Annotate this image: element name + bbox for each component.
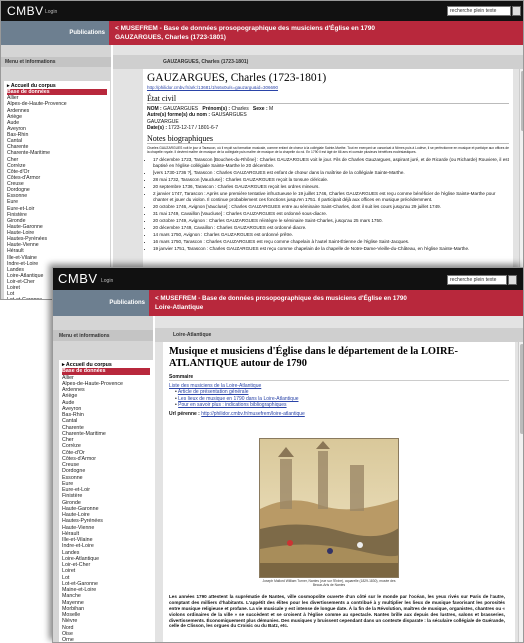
search-input[interactable]: recherche plein texte — [447, 6, 511, 16]
notes-heading: Notes biographiques — [147, 134, 509, 144]
cmbv-logo[interactable]: CMBV — [58, 271, 98, 286]
biography-item: 20 octobre 1749, Avignon : Charles GAUZA… — [153, 218, 509, 224]
page-banner: < MUSEFREM - Base de données prosopograp… — [149, 290, 523, 316]
sidebar: Menu et informations ▸ Accueil du corpus… — [1, 45, 111, 299]
menu-title: Menu et informations — [1, 57, 111, 67]
etat-civil-heading: État civil — [147, 94, 509, 104]
url-label: Url pérenne : — [169, 410, 200, 417]
search-input[interactable]: recherche plein texte — [447, 275, 507, 285]
biography-item: 20 décembre 1749, Cavaillon : Charles GA… — [153, 225, 509, 231]
biography-item: 14 mars 1750, Avignon : Charles GAUZARGU… — [153, 232, 509, 238]
banner-subtitle: Loire-Atlantique — [155, 304, 204, 311]
biography-item: 28 mai 1732, Tarascon [Vaucluse] : Charl… — [153, 177, 509, 183]
turner-painting — [259, 438, 399, 578]
window-loire-atlantique: CMBV Login recherche plein texte Publica… — [52, 267, 524, 643]
page-banner: < MUSEFREM - Base de données prosopograp… — [109, 21, 523, 45]
toc-link[interactable]: Pour en savoir plus : indications biblio… — [178, 402, 286, 408]
content-panel: GAUZARGUES, Charles (1723-1801) http://p… — [143, 69, 513, 299]
toc-link[interactable]: Article de présentation générale — [178, 389, 249, 395]
login-link[interactable]: Login — [101, 278, 113, 284]
etat-civil: NOM : GAUZARGUES Prénom(s) : Charles Sex… — [147, 106, 274, 131]
main-content: Loire-Atlantique Musique et musiciens d'… — [155, 316, 523, 642]
publications-link[interactable]: Publications — [1, 21, 109, 45]
permalink[interactable]: http://philidor.cmbv.fr/musefrem/loire-a… — [201, 411, 305, 417]
biography-item: 31 mai 1749, Cavaillon [Vaucluse] : Char… — [153, 211, 509, 217]
permalink[interactable]: http://philidor.cmbv.fr/ark:/13681/1hs6x… — [147, 85, 278, 90]
biography-list: 17 décembre 1723, Tarascon [Bouches-du-R… — [147, 157, 509, 252]
login-link[interactable]: Login — [45, 9, 57, 15]
main-content: GAUZARGUES, Charles (1723-1801) GAUZARGU… — [113, 45, 523, 299]
tab-header: GAUZARGUES, Charles (1723-1801) — [113, 55, 523, 69]
department-list: ▸ Accueil du corpus Base de données Allier… — [59, 360, 153, 642]
content-panel: Musique et musiciens d'Église dans le dé… — [163, 342, 515, 642]
banner-back-link[interactable]: < MUSEFREM - Base de données prosopograp… — [155, 294, 519, 303]
biography-item: 20 octobre 1746, Avignon [Vaucluse] : Ch… — [153, 204, 509, 210]
publications-link[interactable]: Publications — [53, 290, 149, 316]
body-paragraph: Les années 1790 attestent la suprématie … — [169, 594, 505, 629]
biography-item: 19 janvier 1751, Tarascon : Charles GAUZ… — [153, 246, 509, 252]
search-button[interactable] — [512, 6, 521, 16]
search-button[interactable] — [508, 275, 517, 285]
banner-back-link[interactable]: < MUSEFREM - Base de données prosopograp… — [115, 24, 519, 33]
tab-header: Loire-Atlantique — [155, 328, 523, 342]
table-of-contents: Liste des musiciens de la Loire-Atlantiq… — [169, 382, 299, 409]
sommaire-heading: Sommaire — [169, 374, 509, 381]
sidebar: Menu et informations ▸ Accueil du corpus… — [53, 316, 153, 642]
toc-link[interactable]: Les lieux de musique en 1790 dans la Loi… — [178, 396, 298, 402]
toc-link[interactable]: Liste des musiciens de la Loire-Atlantiq… — [169, 383, 261, 389]
menu-title: Menu et informations — [53, 330, 153, 341]
biography-item: 20 septembre 1736, Tarascon : Charles GA… — [153, 184, 509, 190]
top-bar: CMBV Login recherche plein texte — [53, 268, 523, 290]
painting-caption: Joseph Mallord William Turner, Nantes (v… — [262, 579, 396, 587]
biography-item: [vers 1730-1736 ?], Tarascon : Charles G… — [153, 170, 509, 176]
page-title: GAUZARGUES, Charles (1723-1801) — [147, 72, 327, 84]
window-gauzargues: CMBV Login recherche plein texte Publica… — [0, 0, 524, 300]
scrollbar[interactable] — [518, 342, 523, 642]
cmbv-logo[interactable]: CMBV — [7, 4, 44, 18]
intro-paragraph: Charles GAUZARGUES voit le jour à Tarasc… — [147, 146, 509, 155]
top-bar: CMBV Login recherche plein texte — [1, 1, 523, 21]
biography-item: 17 décembre 1723, Tarascon [Bouches-du-R… — [153, 157, 509, 168]
biography-item: 2 janvier 1747, Tarascon : Après une pre… — [153, 191, 509, 202]
scrollbar[interactable] — [519, 69, 523, 299]
page-title: Musique et musiciens d'Église dans le dé… — [169, 346, 458, 369]
sidebar-item-department[interactable]: Orne — [62, 637, 150, 642]
banner-subtitle: GAUZARGUES, Charles (1723-1801) — [115, 34, 226, 41]
biography-item: 16 mars 1750, Tarascon : Charles GAUZARG… — [153, 239, 509, 245]
